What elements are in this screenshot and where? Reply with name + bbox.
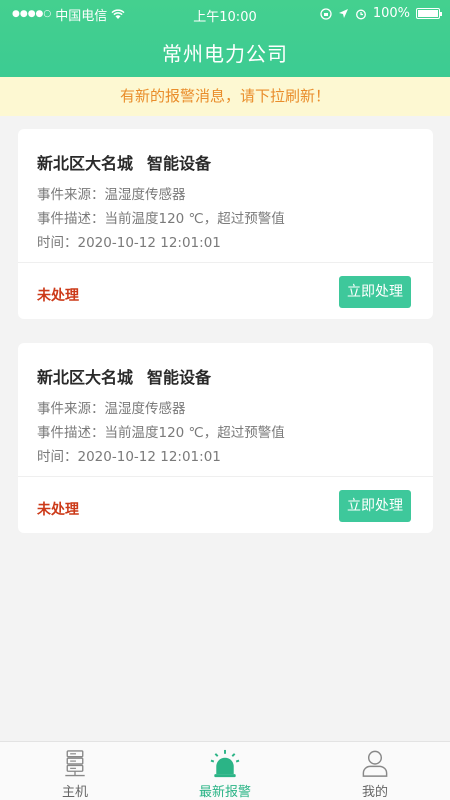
- tab-host[interactable]: 主机: [0, 742, 150, 800]
- event-time: 时间：2020-10-12 12:01:01: [37, 235, 221, 251]
- card-divider: [18, 262, 433, 263]
- card-title: 新北区大名城 智能设备: [37, 150, 225, 174]
- app-header: ●●●●○ 中国电信 上午10:00 100% 常州电力公司: [0, 0, 450, 77]
- user-icon: [362, 750, 388, 777]
- event-description: 事件描述：当前温度120 ℃，超过预警值: [37, 425, 285, 441]
- alarm-clock-icon: [355, 9, 366, 19]
- tab-mine[interactable]: 我的: [300, 742, 450, 800]
- status-badge: 未处理: [37, 288, 79, 304]
- tab-bar: 主机 最新报警 我的: [0, 741, 450, 800]
- event-source: 事件来源：温湿度传感器: [37, 187, 186, 203]
- card-device: 智能设备: [147, 368, 212, 387]
- handle-now-button[interactable]: 立即处理: [339, 490, 411, 522]
- tab-latest-alarm[interactable]: 最新报警: [150, 742, 300, 800]
- event-description: 事件描述：当前温度120 ℃，超过预警值: [37, 211, 285, 227]
- event-source: 事件来源：温湿度传感器: [37, 401, 186, 417]
- event-time: 时间：2020-10-12 12:01:01: [37, 449, 221, 465]
- card-title: 新北区大名城 智能设备: [37, 364, 225, 388]
- card-location: 新北区大名城: [37, 154, 134, 173]
- card-location: 新北区大名城: [37, 368, 134, 387]
- card-divider: [18, 476, 433, 477]
- status-right: 100%: [320, 6, 442, 21]
- location-arrow-icon: [338, 9, 348, 18]
- alarm-light-icon: [210, 749, 240, 778]
- tab-label: 主机: [61, 785, 88, 800]
- battery-percent: 100%: [372, 6, 410, 21]
- status-bar: ●●●●○ 中国电信 上午10:00 100%: [0, 0, 450, 28]
- tab-label: 最新报警: [198, 785, 251, 800]
- battery-icon: [416, 8, 442, 19]
- rotation-lock-icon: [320, 7, 332, 20]
- page-title: 常州电力公司: [162, 42, 288, 66]
- handle-now-button[interactable]: 立即处理: [339, 276, 411, 308]
- status-badge: 未处理: [37, 502, 79, 518]
- alarm-card: 新北区大名城 智能设备 事件来源：温湿度传感器 事件描述：当前温度120 ℃，超过…: [18, 343, 433, 533]
- card-device: 智能设备: [147, 154, 212, 173]
- tab-label: 我的: [361, 785, 388, 800]
- refresh-notice: 有新的报警消息，请下拉刷新！: [0, 77, 450, 116]
- server-icon: [65, 750, 85, 777]
- alarm-card: 新北区大名城 智能设备 事件来源：温湿度传感器 事件描述：当前温度120 ℃，超过…: [18, 129, 433, 319]
